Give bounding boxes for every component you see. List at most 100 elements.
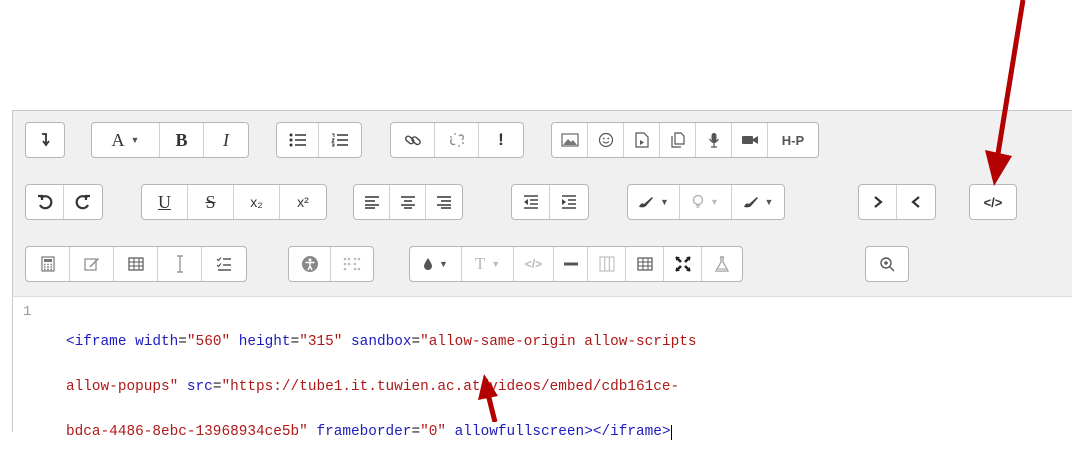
insert-image-button[interactable] <box>552 123 588 157</box>
list-group <box>276 122 362 158</box>
editor-toolbar: A ▼ B I ! H-P U S x₂ x² ▼ ▼ ▼ </> ▼ T ▼ … <box>13 111 1072 297</box>
code-content[interactable]: <iframe width="560" height="315" sandbox… <box>66 305 697 470</box>
background-color-dropdown[interactable]: ▼ <box>732 185 784 219</box>
brush-icon <box>743 197 758 208</box>
screenreader-helper-button[interactable] <box>331 247 373 281</box>
video-camera-icon <box>741 136 758 144</box>
code-token: = <box>290 334 300 350</box>
underline-button[interactable]: U <box>142 185 188 219</box>
brush-icon <box>639 197 654 208</box>
indent-button[interactable] <box>550 185 588 219</box>
code-editor[interactable]: 1 <iframe width="560" height="315" sandb… <box>13 297 1072 440</box>
chevron-down-icon: ▼ <box>130 135 140 145</box>
strikethrough-button[interactable]: S <box>188 185 234 219</box>
font-style-dropdown[interactable]: A ▼ <box>92 123 160 157</box>
code-token: width <box>135 334 179 350</box>
files-icon <box>670 132 685 148</box>
align-center-button[interactable] <box>390 185 426 219</box>
exclamation-button[interactable]: ! <box>479 123 523 157</box>
arrow-down-icon <box>42 133 50 147</box>
text-editor: A ▼ B I ! H-P U S x₂ x² ▼ ▼ ▼ </> ▼ T ▼ … <box>12 110 1072 440</box>
code-button[interactable]: </> <box>514 247 554 281</box>
unlink-button[interactable] <box>435 123 479 157</box>
align-left-button[interactable] <box>354 185 390 219</box>
fullscreen-button[interactable] <box>664 247 702 281</box>
code-token: src <box>186 379 213 395</box>
zoom-group <box>865 246 909 282</box>
media-group: H-P <box>551 122 819 158</box>
code-token: "0" <box>420 424 447 440</box>
manage-files-button[interactable] <box>660 123 696 157</box>
text-cursor <box>670 425 672 440</box>
undo-button[interactable] <box>26 185 64 219</box>
bullet-list-button[interactable] <box>277 123 319 157</box>
text-format-dropdown[interactable]: T ▼ <box>462 247 514 281</box>
code-token: <iframe <box>66 334 127 350</box>
smiley-icon <box>598 132 613 148</box>
table-icon <box>127 257 144 271</box>
flask-icon <box>714 256 730 272</box>
html-source-button[interactable]: </> <box>970 185 1016 219</box>
code-token: "https://tube1.it.tuwien.ac.at/videos/em… <box>221 379 680 395</box>
equation-button[interactable] <box>26 247 70 281</box>
numbered-list-icon <box>331 133 348 147</box>
emoticon-button[interactable] <box>588 123 624 157</box>
table-button[interactable] <box>114 247 158 281</box>
braille-icon <box>343 257 361 271</box>
outdent-icon <box>523 195 538 209</box>
chevron-down-icon: ▼ <box>710 197 719 207</box>
rtl-button[interactable] <box>897 185 935 219</box>
indent-icon <box>562 195 576 209</box>
undo-icon <box>37 194 52 210</box>
checklist-button[interactable] <box>202 247 246 281</box>
outdent-button[interactable] <box>512 185 550 219</box>
record-video-button[interactable] <box>732 123 768 157</box>
calculator-icon <box>40 256 55 272</box>
code-line-2: allow-popups" src="https://tube1.it.tuwi… <box>66 380 697 395</box>
font-color-dropdown[interactable]: ▼ <box>628 185 680 219</box>
text-style-group: A ▼ B I <box>91 122 249 158</box>
microphone-icon <box>708 133 719 148</box>
horizontal-rule-button[interactable] <box>554 247 588 281</box>
color-group: ▼ ▼ ▼ <box>627 184 785 220</box>
preview-button[interactable] <box>702 247 742 281</box>
cursor-icon <box>176 255 183 273</box>
edit-button[interactable] <box>70 247 114 281</box>
zoom-button[interactable] <box>866 247 908 281</box>
subscript-button[interactable]: x₂ <box>234 185 280 219</box>
numbered-list-button[interactable] <box>319 123 361 157</box>
columns-button[interactable] <box>588 247 626 281</box>
italic-button[interactable]: I <box>204 123 248 157</box>
toolbar-toggle-button[interactable] <box>26 123 64 157</box>
code-line-1: <iframe width="560" height="315" sandbox… <box>66 335 697 350</box>
record-audio-button[interactable] <box>696 123 732 157</box>
link-group: ! <box>390 122 524 158</box>
align-right-button[interactable] <box>426 185 462 219</box>
redo-icon <box>75 194 90 210</box>
media-file-icon <box>634 132 649 148</box>
ltr-button[interactable] <box>859 185 897 219</box>
link-button[interactable] <box>391 123 435 157</box>
tools-group <box>25 246 247 282</box>
checklist-icon <box>216 257 231 271</box>
unlink-icon <box>449 133 464 147</box>
undo-redo-group <box>25 184 103 220</box>
bold-button[interactable]: B <box>160 123 204 157</box>
code-token: allowfullscreen <box>454 424 585 440</box>
drop-color-dropdown[interactable]: ▼ <box>410 247 462 281</box>
accessibility-button[interactable] <box>289 247 331 281</box>
insert-media-button[interactable] <box>624 123 660 157</box>
text-cursor-button[interactable] <box>158 247 202 281</box>
link-icon <box>404 135 421 146</box>
chevron-left-icon <box>911 196 920 208</box>
code-token: bdca-4486-8ebc-13968934ce5b" <box>66 424 308 440</box>
redo-button[interactable] <box>64 185 102 219</box>
superscript-button[interactable]: x² <box>280 185 326 219</box>
h5p-button[interactable]: H-P <box>768 123 818 157</box>
highlight-dropdown[interactable]: ▼ <box>680 185 732 219</box>
font-style-label: A <box>111 129 125 150</box>
insert-table-button[interactable] <box>626 247 664 281</box>
